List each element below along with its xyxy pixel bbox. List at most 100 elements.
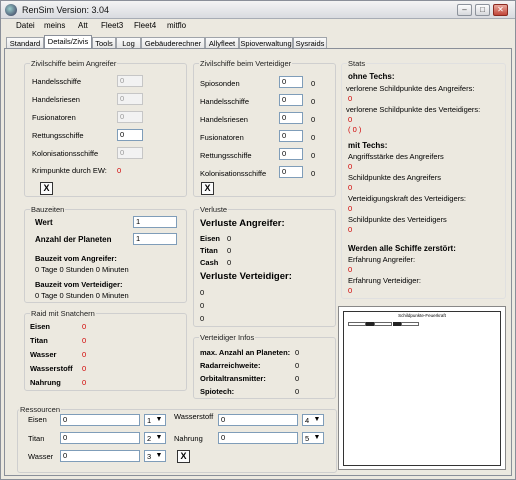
defender-handelsschiffe-field[interactable]: 0 [279,94,303,106]
wert-field[interactable]: 1 [133,216,177,228]
menu-datei[interactable]: Datei [16,21,35,30]
civ-label: Handelsriesen [32,95,80,104]
verluste-group: Verluste Verluste Angreifer: Eisen 0 Tit… [193,205,336,327]
combo-value: 2 [147,434,152,443]
planeten-field[interactable]: 1 [133,233,177,245]
defender-kolonisationsschiffe-field[interactable]: 0 [279,166,303,178]
defender-handelsriesen-count: 0 [311,115,316,124]
verluste-verteidiger-value: 0 [200,288,205,297]
schildpunkte-chart: Schildpunkte-Feuerkraft [343,311,501,466]
planeten-label: Anzahl der Planeten [35,235,112,244]
stats-label: Erfahrung Verteidiger: [348,276,421,285]
ressource-eisen-combo[interactable]: 1 ▼ [144,414,166,426]
close-button[interactable]: ✕ [493,4,508,16]
verluste-row-label: Cash [200,258,219,267]
window-title: RenSim Version: 3.04 [22,5,110,15]
attacker-fusionatoren-field[interactable]: 0 [117,111,143,123]
stats-title: Stats [347,59,367,68]
raid-wasser-value: 0 [82,350,87,359]
defender-fusionatoren-count: 0 [311,133,316,142]
tab-bar: Standard Details/Zivis Tools Log Gebäude… [4,35,512,49]
ressourcen-group: Ressourcen Eisen 0 1 ▼ Titan 0 2 ▼ Wasse… [17,405,337,473]
ressource-wasserstoff-combo[interactable]: 4 ▼ [302,414,324,426]
civ-label: Kolonisationsschiffe [32,149,99,158]
bauzeiten-group: Bauzeiten Wert 1 Anzahl der Planeten 1 B… [24,205,187,303]
menu-att[interactable]: Att [78,21,88,30]
raid-group: Raid mit Snatchern Eisen 0 Titan 0 Wasse… [24,309,187,391]
stats-value: 0 [348,286,353,295]
defender-civil-group: Zivilschiffe beim Verteidiger Spiosonden… [193,59,336,197]
ohne-techs-heading: ohne Techs: [348,72,395,81]
tab-details-zivis[interactable]: Details/Zivis [44,35,92,49]
app-window: RenSim Version: 3.04 – □ ✕ Datei meins A… [0,0,516,480]
stats-value: 0 [348,265,353,274]
chevron-down-icon[interactable]: ▼ [312,433,322,443]
verluste-verteidiger-value: 0 [200,314,205,323]
menu-meins[interactable]: meins [44,21,65,30]
attacker-rettungsschiffe-field[interactable]: 0 [117,129,143,141]
ressource-wasser-field[interactable]: 0 [60,450,140,462]
stats-value: 0 [348,183,353,192]
ressourcen-clear-button[interactable]: X [177,450,190,463]
ressource-wasserstoff-field[interactable]: 0 [218,414,298,426]
menu-fleet4[interactable]: Fleet4 [134,21,156,30]
attacker-handelsriesen-field[interactable]: 0 [117,93,143,105]
defender-civil-title: Zivilschiffe beim Verteidiger [199,59,293,68]
attacker-handelsschiffe-field[interactable]: 0 [117,75,143,87]
stats-value: 0 [348,225,353,234]
defender-rettungsschiffe-field[interactable]: 0 [279,148,303,160]
chevron-down-icon[interactable]: ▼ [154,451,164,461]
chart-bar [393,322,401,326]
verteidiger-infos-title: Verteidiger Infos [199,333,256,342]
stats-label: Schildpunkte des Verteidigers [348,215,447,224]
menu-fleet3[interactable]: Fleet3 [101,21,123,30]
raid-row-label: Titan [30,336,48,345]
civ-label: Handelsschiffe [200,97,250,106]
chevron-down-icon[interactable]: ▼ [312,415,322,425]
stats-label: verlorene Schildpunkte des Verteidigers: [346,105,481,114]
verteidiger-info-label: max. Anzahl an Planeten: [200,348,291,357]
verteidiger-info-label: Spiotech: [200,387,235,396]
bauzeit-angreifer-label: Bauzeit vom Angreifer: [35,254,117,263]
details-page: Zivilschiffe beim Angreifer Handelsschif… [4,48,512,476]
defender-fusionatoren-field[interactable]: 0 [279,130,303,142]
civ-label: Fusionatoren [200,133,244,142]
ressource-titan-field[interactable]: 0 [60,432,140,444]
menu-mitflo[interactable]: mitflo [167,21,186,30]
bauzeiten-title: Bauzeiten [30,205,66,214]
attacker-kolonisationsschiffe-field[interactable]: 0 [117,147,143,159]
ressource-titan-combo[interactable]: 2 ▼ [144,432,166,444]
ressource-nahrung-field[interactable]: 0 [218,432,298,444]
verteidiger-infos-group: Verteidiger Infos max. Anzahl an Planete… [193,333,336,399]
stats-value: 0 [348,115,353,124]
radarreichweite-value: 0 [295,361,300,370]
ressource-eisen-field[interactable]: 0 [60,414,140,426]
stats-label: verlorene Schildpunkte des Angreifers: [346,84,475,93]
defender-spiosonden-field[interactable]: 0 [279,76,303,88]
chart-legend-item [348,322,366,326]
civ-label: Kolonisationsschiffe [200,169,267,178]
stats-label: Verteidigungskraft des Verteidigers: [348,194,466,203]
minimize-button[interactable]: – [457,4,472,16]
raid-row-label: Eisen [30,322,51,331]
stats-chart-panel: Schildpunkte-Feuerkraft [338,306,506,470]
defender-handelsriesen-field[interactable]: 0 [279,112,303,124]
ressource-label: Titan [28,434,45,443]
chevron-down-icon[interactable]: ▼ [154,433,164,443]
ressource-wasser-combo[interactable]: 3 ▼ [144,450,166,462]
chart-legend-item [401,322,419,326]
stats-value: 0 [348,162,353,171]
attacker-civil-title: Zivilschiffe beim Angreifer [30,59,118,68]
verluste-verteidiger-heading: Verluste Verteidiger: [200,271,292,282]
chart-bar [366,322,374,326]
defender-civil-clear-button[interactable]: X [201,182,214,195]
maximize-button[interactable]: □ [475,4,490,16]
verteidiger-info-label: Orbitaltransmitter: [200,374,266,383]
ressource-nahrung-combo[interactable]: 5 ▼ [302,432,324,444]
attacker-civil-clear-button[interactable]: X [40,182,53,195]
chevron-down-icon[interactable]: ▼ [154,415,164,425]
bauzeit-verteidiger-value: 0 Tage 0 Stunden 0 Minuten [35,291,129,300]
civ-label: Fusionatoren [32,113,76,122]
menu-bar: Datei meins Att Fleet3 Fleet4 mitflo [1,19,515,33]
raid-wasserstoff-value: 0 [82,364,87,373]
